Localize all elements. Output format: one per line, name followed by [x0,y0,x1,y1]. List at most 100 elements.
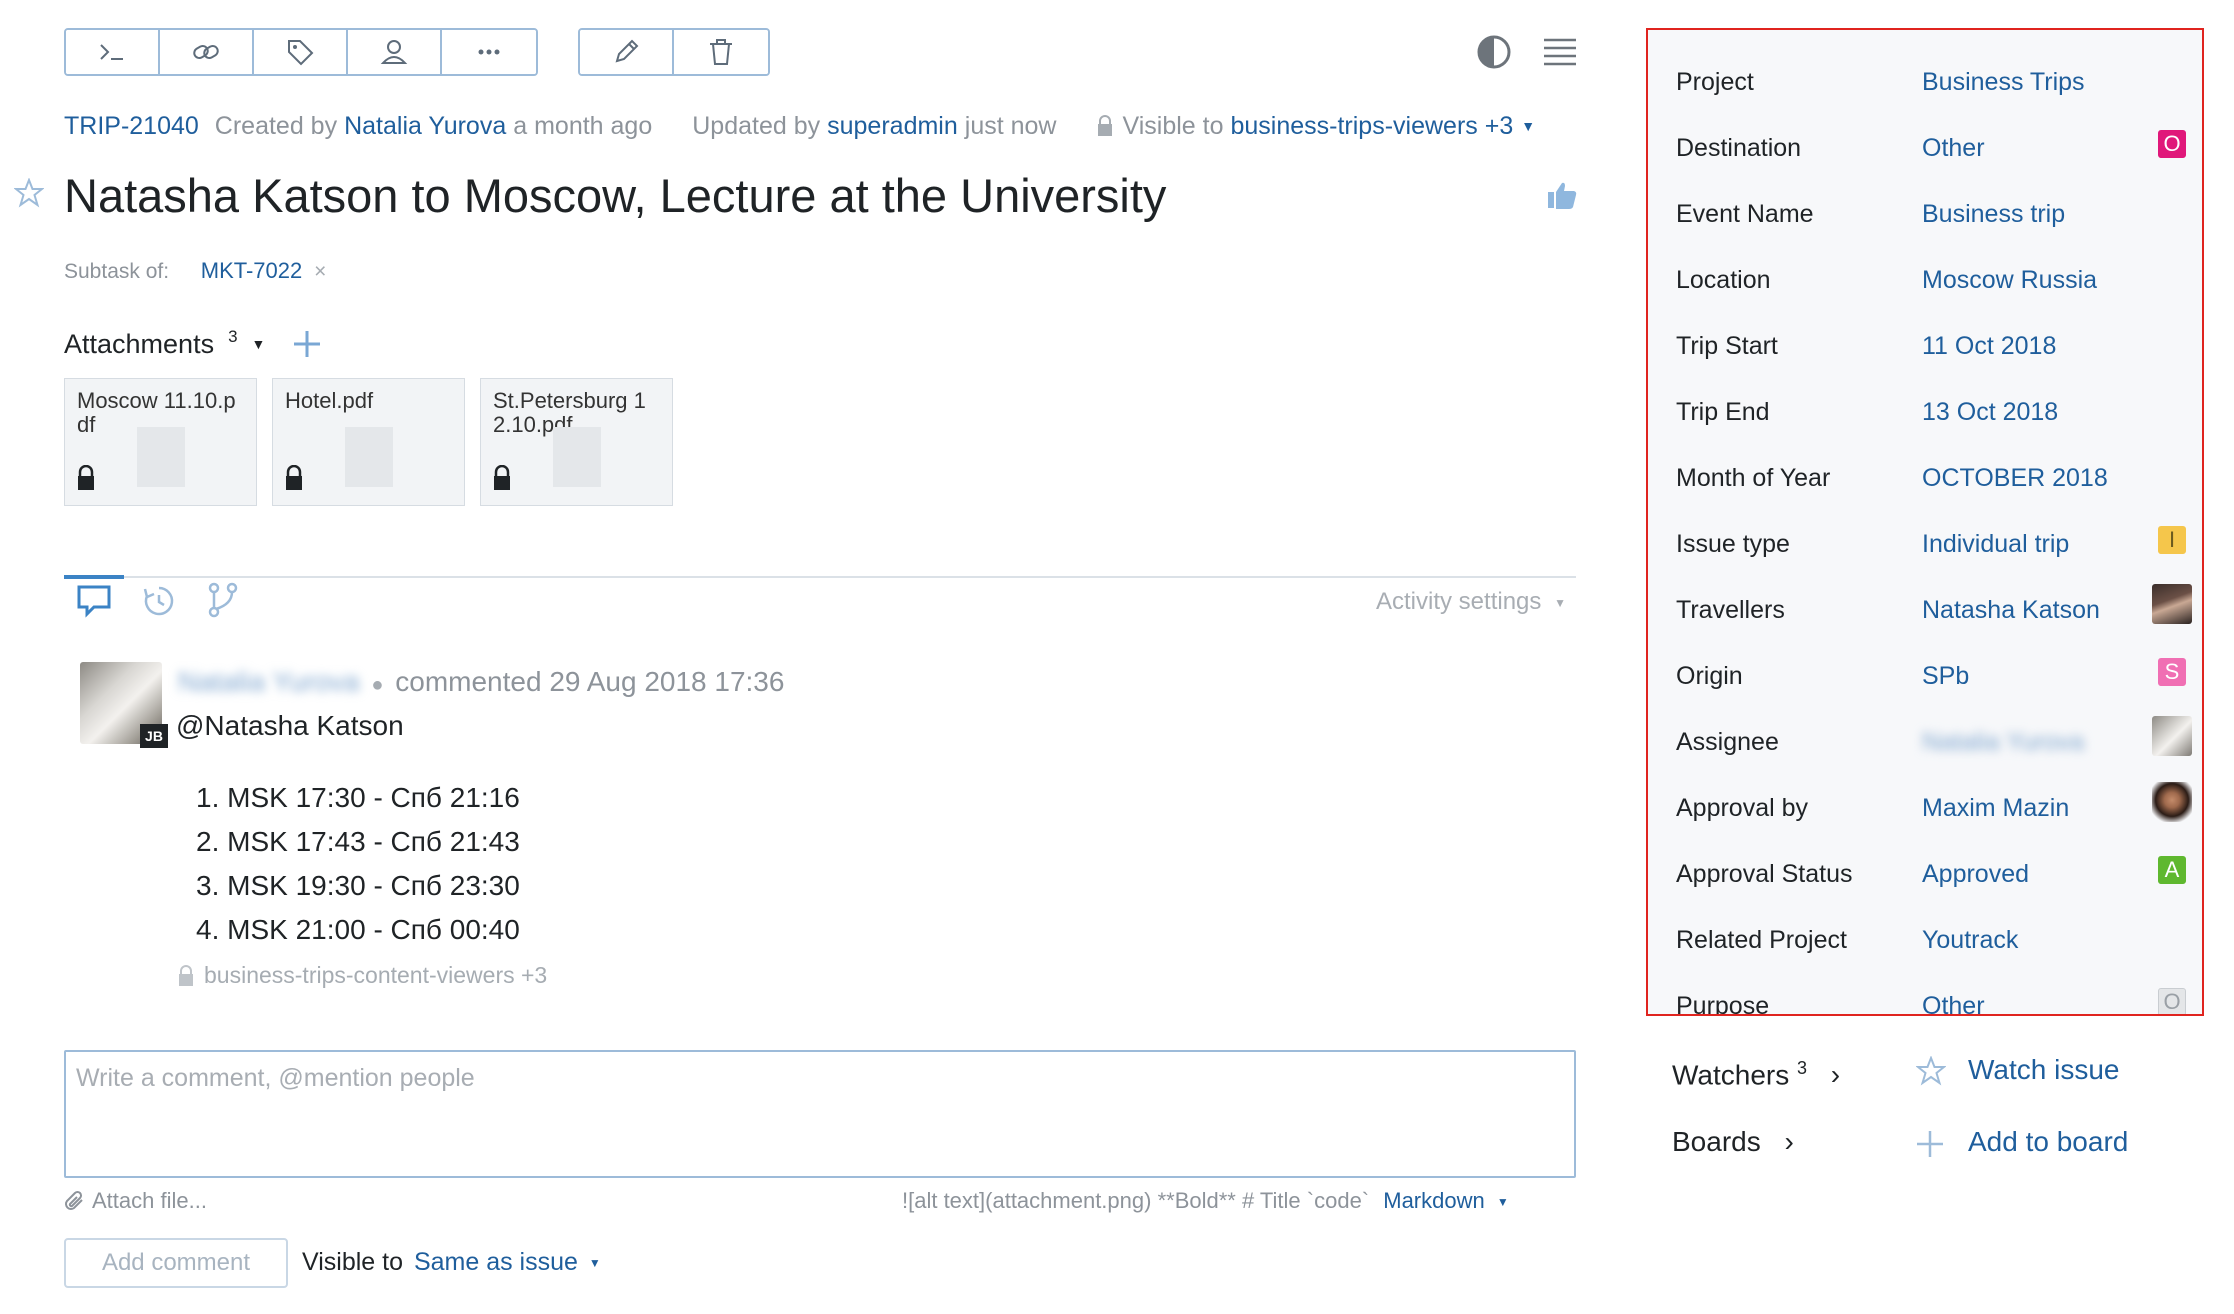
updater-link[interactable]: superadmin [827,112,958,141]
chevron-down-icon[interactable]: ▼ [1521,118,1535,141]
field-value[interactable]: Individual trip [1922,530,2069,559]
add-to-board-link[interactable]: Add to board [1968,1126,2128,1158]
field-value[interactable]: Business trip [1922,200,2065,229]
field-value[interactable]: 13 Oct 2018 [1922,398,2058,427]
field-label: Purpose [1676,992,1770,1016]
file-page-icon [137,427,185,487]
field-label: Trip Start [1676,332,1778,360]
attachment-card[interactable]: Hotel.pdf [272,378,465,506]
field-origin[interactable]: Origin SPb S [1676,658,2186,702]
visible-to-value[interactable]: Same as issue [414,1248,578,1276]
edit-button[interactable] [580,30,674,74]
value-color-badge: O [2158,130,2186,158]
comment-input[interactable]: Write a comment, @mention people [64,1050,1576,1178]
field-value[interactable]: Youtrack [1922,926,2018,955]
field-assignee[interactable]: Assignee Natalia Yurova [1676,716,2192,768]
field-value[interactable]: Maxim Mazin [1922,794,2069,823]
comment-visibility-select[interactable]: Visible to Same as issue ▼ [302,1248,601,1277]
field-value[interactable]: OCTOBER 2018 [1922,464,2108,493]
field-location[interactable]: Location Moscow Russia [1676,266,2186,306]
lock-icon [78,465,94,490]
contrast-toggle-icon[interactable] [1476,34,1512,70]
field-value[interactable]: Natasha Katson [1922,596,2100,625]
command-icon [100,44,123,60]
history-tab-icon[interactable] [142,584,176,618]
attachment-card[interactable]: St.Petersburg 12.10.pdf [480,378,673,506]
assign-button[interactable] [348,30,442,74]
comment-author-blurred[interactable]: Natalia Yurova [178,666,360,697]
add-comment-button[interactable]: Add comment [64,1238,288,1288]
field-value[interactable]: 11 Oct 2018 [1922,332,2056,361]
issue-title[interactable]: Natasha Katson to Moscow, Lecture at the… [64,168,1166,223]
comment-mention[interactable]: @Natasha Katson [176,710,404,742]
comment-list-item-1: 1. MSK 17:30 - Спб 21:16 [196,782,520,814]
field-approval-status[interactable]: Approval Status Approved A [1676,856,2186,900]
field-value[interactable]: Business Trips [1922,68,2085,97]
field-purpose[interactable]: Purpose Other O [1676,988,2186,1016]
attachment-filename: Hotel.pdf [285,388,374,413]
more-button[interactable] [442,30,536,74]
parent-issue-link[interactable]: MKT-7022 [201,258,303,283]
commenter-avatar[interactable]: JB [80,662,168,748]
chevron-down-icon[interactable]: ▼ [589,1256,601,1270]
watchers-toggle[interactable]: Watchers 3 › [1672,1058,1840,1091]
field-month-of-year[interactable]: Month of Year OCTOBER 2018 [1676,464,2186,504]
edit-icon [615,39,639,63]
field-project[interactable]: Project Business Trips [1676,68,2186,108]
remove-parent-icon[interactable]: × [314,260,326,283]
field-label: Trip End [1676,398,1770,426]
list-item: MSK 21:00 - Спб 00:40 [227,914,520,945]
field-value[interactable]: Other [1922,992,1985,1014]
comment-header: Natalia Yurova ● commented 29 Aug 2018 1… [178,666,784,698]
field-value[interactable]: Moscow Russia [1922,266,2097,295]
markdown-hint-row: ![alt text](attachment.png) **Bold** # T… [902,1188,1509,1214]
watchers-count: 3 [1797,1058,1808,1078]
field-value[interactable]: Approved [1922,860,2029,889]
add-tag-button[interactable] [254,30,348,74]
subtask-label: Subtask of: [64,260,170,283]
lock-icon [1098,115,1113,136]
attachments-toggle-icon[interactable]: ▼ [252,336,266,352]
comment-placeholder: Write a comment, @mention people [76,1064,475,1092]
comment-list-item-2: 2. MSK 17:43 - Спб 21:43 [196,826,520,858]
star-icon[interactable] [14,178,44,208]
command-button[interactable] [66,30,160,74]
user-icon [380,40,408,64]
add-attachment-icon[interactable] [291,328,323,360]
delete-button[interactable] [674,30,768,74]
field-travellers[interactable]: Travellers Natasha Katson [1676,584,2192,636]
boards-toggle[interactable]: Boards › [1672,1126,1794,1158]
attach-file-link[interactable]: Attach file... [64,1188,207,1214]
chevron-down-icon[interactable]: ▼ [1497,1195,1509,1209]
activity-settings-dropdown[interactable]: Activity settings ▼ [1376,588,1566,616]
comments-tab-icon[interactable] [76,584,112,618]
attachment-card[interactable]: Moscow 11.10.pdf [64,378,257,506]
field-destination[interactable]: Destination Other O [1676,130,2186,174]
active-tab-indicator [64,575,124,579]
link-issue-button[interactable] [160,30,254,74]
menu-lines-icon[interactable] [1542,36,1578,68]
vcs-changes-tab-icon[interactable] [206,582,240,618]
field-issue-type[interactable]: Issue type Individual trip I [1676,526,2186,570]
field-trip-start[interactable]: Trip Start 11 Oct 2018 [1676,332,2186,372]
thumbs-up-icon[interactable] [1546,180,1578,210]
chevron-right-icon: › [1830,1059,1841,1091]
markdown-dropdown[interactable]: Markdown [1383,1188,1484,1213]
add-icon[interactable] [1914,1128,1946,1160]
issue-id-link[interactable]: TRIP-21040 [64,112,199,141]
star-icon[interactable] [1916,1056,1946,1086]
visibility-dropdown[interactable]: business-trips-viewers +3 [1230,112,1513,141]
field-trip-end[interactable]: Trip End 13 Oct 2018 [1676,398,2186,438]
field-value[interactable]: Natalia Yurova [1922,728,2084,757]
field-event-name[interactable]: Event Name Business trip [1676,200,2186,240]
creator-link[interactable]: Natalia Yurova [344,112,506,141]
attachments-count: 3 [228,327,238,346]
list-item: MSK 19:30 - Спб 23:30 [227,870,520,901]
watch-issue-link[interactable]: Watch issue [1968,1054,2119,1086]
field-label: Destination [1676,134,1802,162]
field-value[interactable]: SPb [1922,662,1969,691]
comment-list-item-3: 3. MSK 19:30 - Спб 23:30 [196,870,520,902]
field-approval-by[interactable]: Approval by Maxim Mazin [1676,782,2192,834]
field-value[interactable]: Other [1922,134,1985,163]
field-related-project[interactable]: Related Project Youtrack [1676,926,2186,966]
